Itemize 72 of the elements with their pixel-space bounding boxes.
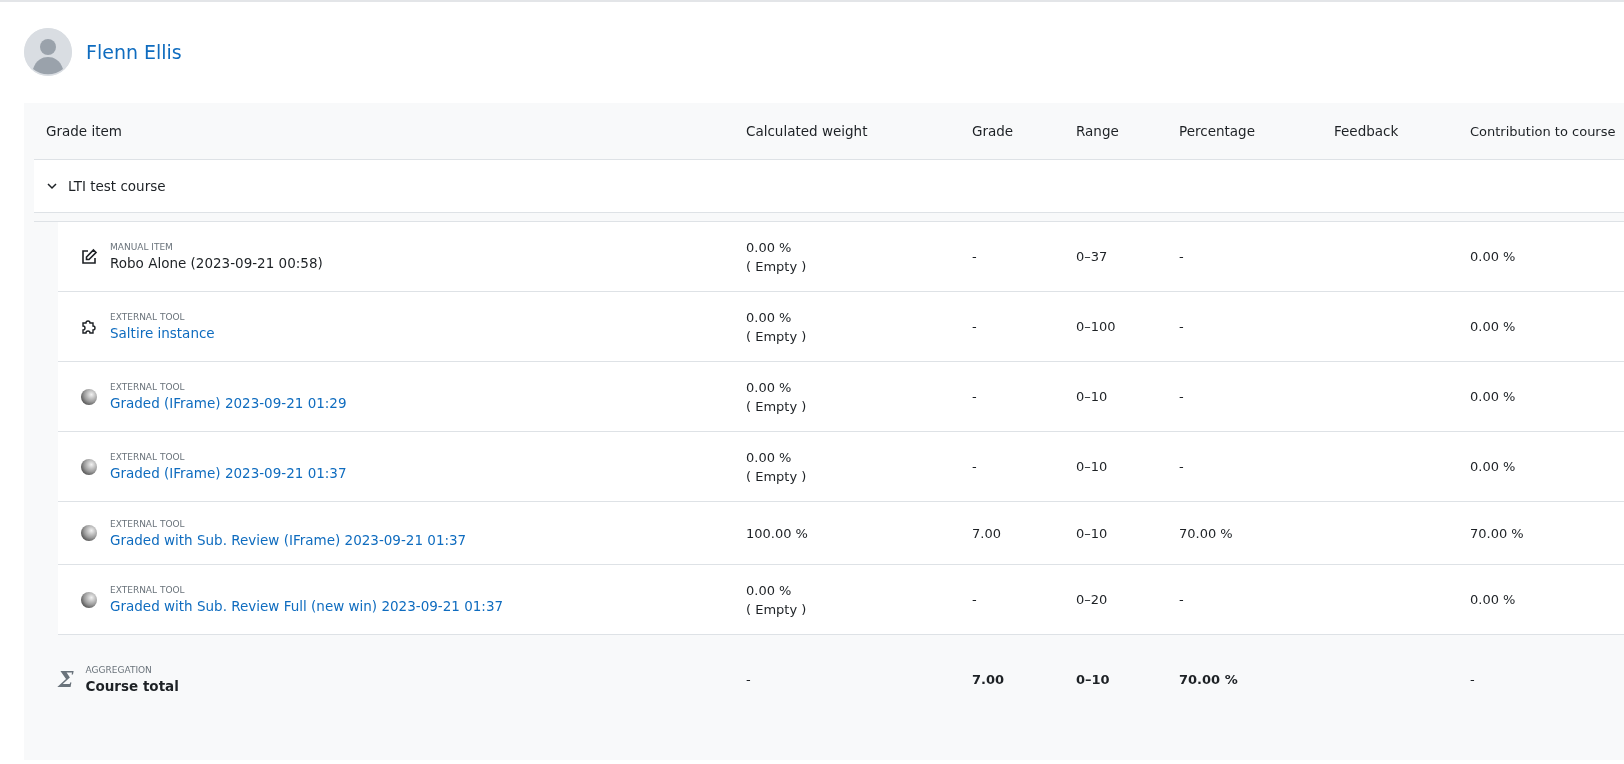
table-cell-text: ( Empty )	[746, 601, 808, 617]
grade-item-link[interactable]: Graded with Sub. Review Full (new win) 2023-09-21 01:37	[110, 598, 504, 614]
item-type-label: EXTERNAL TOOL	[110, 312, 186, 322]
avatar-silhouette-icon	[24, 28, 72, 76]
sphere-icon	[80, 457, 98, 476]
table-cell: 0–37	[1076, 249, 1108, 264]
table-cell: 70.00 %	[1179, 525, 1233, 541]
item-type-label: EXTERNAL TOOL	[110, 585, 186, 595]
table-cell: -	[1179, 592, 1184, 607]
grade-item-link[interactable]: Graded (IFrame) 2023-09-21 01:37	[110, 465, 347, 481]
sphere-icon	[80, 524, 98, 542]
table-cell-text: 0.00 %	[746, 582, 793, 598]
table-cell: -	[972, 459, 977, 474]
table-cell: -	[972, 389, 977, 404]
table-cell: -	[972, 592, 977, 607]
table-cell-text: 0.00 %	[746, 239, 793, 255]
course-total-label: Course total	[85, 677, 179, 694]
table-cell: 0–10	[1076, 525, 1108, 541]
table-cell: 0–10	[1076, 459, 1108, 474]
table-cell: 0–10	[1076, 389, 1108, 404]
table-cell: 70.00 %	[1470, 525, 1524, 541]
table-cell: -	[972, 319, 977, 334]
grade-item-name: Robo Alone (2023-09-21 00:58)	[110, 255, 323, 271]
column-header: Feedback	[1334, 123, 1400, 139]
table-cell: 0–10	[1076, 671, 1110, 687]
column-header: Percentage	[1179, 123, 1256, 139]
grade-item-link[interactable]: Graded (IFrame) 2023-09-21 01:29	[110, 395, 347, 411]
table-cell: 0–20	[1076, 592, 1108, 607]
sigma-symbol: Σ	[58, 666, 74, 692]
table-cell-text: 100.00 %	[746, 525, 809, 541]
column-header: Calculated weight	[746, 123, 869, 139]
table-cell-text: 0.00 %	[746, 449, 793, 465]
table-cell-text: 0.00 %	[746, 309, 793, 325]
item-type-label: EXTERNAL TOOL	[110, 452, 186, 462]
grade-item-link[interactable]: Graded with Sub. Review (IFrame) 2023-09-21 01:37	[110, 531, 467, 548]
table-cell: -	[1179, 459, 1184, 474]
table-cell: 70.00 %	[1179, 671, 1238, 687]
table-cell: -	[972, 249, 977, 264]
item-type-label: EXTERNAL TOOL	[110, 518, 186, 529]
table-cell-text: ( Empty )	[746, 258, 808, 274]
puzzle-icon	[80, 317, 98, 336]
table-cell-text: ( Empty )	[746, 398, 808, 414]
table-cell: -	[746, 671, 751, 687]
chevron-down-icon[interactable]	[46, 180, 58, 192]
item-type-label: EXTERNAL TOOL	[110, 382, 186, 392]
table-cell-text: 0.00 %	[746, 379, 793, 395]
item-type-label: AGGREGATION	[85, 664, 153, 675]
table-cell: 7.00	[972, 671, 1005, 687]
column-header: Contribution to course	[1470, 123, 1617, 139]
table-cell: 0.00 %	[1470, 389, 1516, 404]
table-cell: -	[1179, 389, 1184, 404]
table-cell-text: ( Empty )	[746, 468, 808, 484]
sphere-icon	[80, 387, 98, 406]
table-cell: -	[1179, 249, 1184, 264]
table-cell: 7.00	[972, 525, 1001, 541]
column-header: Range	[1076, 123, 1120, 139]
table-cell: -	[1470, 671, 1475, 687]
table-cell: 0.00 %	[1470, 319, 1516, 334]
table-cell: 0.00 %	[1470, 592, 1516, 607]
grade-item-link[interactable]: Saltire instance	[110, 325, 215, 341]
edit-icon	[80, 247, 98, 266]
column-header: Grade	[972, 123, 1015, 139]
table-cell-text: ( Empty )	[746, 328, 808, 344]
table-cell: 0.00 %	[1470, 249, 1516, 264]
category-name: LTI test course	[68, 178, 166, 194]
user-name-link[interactable]: Flenn Ellis	[86, 41, 182, 63]
table-cell: 0–100	[1076, 319, 1116, 334]
item-type-label: MANUAL ITEM	[110, 242, 174, 252]
table-cell: -	[1179, 319, 1184, 334]
column-header: Grade item	[45, 123, 123, 139]
table-cell: 0.00 %	[1470, 459, 1516, 474]
sphere-icon	[80, 590, 98, 609]
